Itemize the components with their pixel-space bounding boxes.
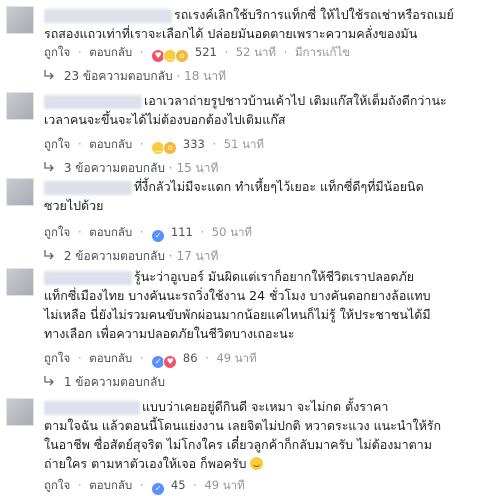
view-replies-link[interactable]: 23 ข้อความตอบกลับ · 18 นาที <box>44 69 226 83</box>
comment-meta: ถูกใจ · ตอบกลับ · ✓ 45 · 49 นาที <box>44 478 245 496</box>
comment-meta: ถูกใจ · ตอบกลับ · ✓ 111 · 50 นาที <box>44 225 252 243</box>
separator: · <box>283 45 288 59</box>
reaction-count: 86 <box>182 351 198 365</box>
avatar[interactable] <box>6 6 34 34</box>
avatar[interactable] <box>6 178 34 206</box>
replies-count: 3 ข้อความตอบกลับ <box>63 161 165 175</box>
reactions[interactable]: ♥ ‿ o 521 <box>151 45 220 63</box>
comment-line: แท็กซี่เมืองไทย บางคันนะรถวิ่งใช้งาน 24 … <box>44 288 431 303</box>
view-replies-link[interactable]: 1 ข้อความตอบกลับ <box>44 375 165 389</box>
separator: · <box>139 351 144 365</box>
separator: · <box>139 137 144 151</box>
comment-meta: ถูกใจ · ตอบกลับ · ‿ o 333 · 51 นาที <box>44 137 264 155</box>
reply-button[interactable]: ตอบกลับ <box>89 225 132 239</box>
like-button[interactable]: ถูกใจ <box>44 225 70 239</box>
reply-button[interactable]: ตอบกลับ <box>89 351 132 365</box>
separator: · <box>168 161 173 175</box>
reactions[interactable]: ‿ o 333 <box>151 137 208 155</box>
comment-time[interactable]: 51 นาที <box>224 137 264 151</box>
separator: · <box>224 45 229 59</box>
separator: · <box>193 478 197 492</box>
reaction-count: 45 <box>170 478 186 492</box>
comment-line: ทางเลือก เพื่อความปลอดภัยในชีวิตบางเถอะน… <box>44 326 295 341</box>
comment-time[interactable]: 49 นาที <box>216 351 256 365</box>
reaction-count: 333 <box>182 137 205 151</box>
reply-button[interactable]: ตอบกลับ <box>89 478 132 492</box>
edited-label[interactable]: มีการแก้ไข <box>295 45 350 59</box>
separator: · <box>200 225 205 239</box>
comment-line: รู้นะว่าอูเบอร์ มันผิดแต่เราก็อยากให้ชีว… <box>134 269 415 284</box>
comment-meta: ถูกใจ · ตอบกลับ · ♥ ‿ o 521 · 52 นาที · มี… <box>44 45 350 63</box>
reply-button[interactable]: ตอบกลับ <box>89 45 132 59</box>
replies-count: 2 ข้อความตอบกลับ <box>63 249 165 263</box>
comment-time[interactable]: 49 นาที <box>204 478 244 492</box>
like-icon: ✓ <box>151 482 166 496</box>
comment-line: รถเรงค์เลิกใช้บริการแท็กซี่ ให้ไปใช้รถเช… <box>174 7 454 22</box>
view-replies-link[interactable]: 2 ข้อความตอบกลับ · 17 นาที <box>44 249 218 263</box>
replies-count: 1 ข้อความตอบกลับ <box>63 375 165 389</box>
like-button[interactable]: ถูกใจ <box>44 478 70 492</box>
comment-line: ตามใจฉัน แล้วตอนนี้โดนแย่งงาน เลยจิตไม่ป… <box>44 418 442 433</box>
like-icon: ✓ <box>151 229 166 243</box>
separator: · <box>176 69 181 83</box>
replies-time: 15 นาที <box>176 161 219 175</box>
separator: · <box>77 45 82 59</box>
separator: · <box>77 478 82 492</box>
separator: · <box>77 137 82 151</box>
comment-time[interactable]: 50 นาที <box>212 225 252 239</box>
comment-meta: ถูกใจ · ตอบกลับ · ✓ ♥ 86 · 49 นาที <box>44 351 257 369</box>
separator: · <box>212 137 217 151</box>
avatar[interactable] <box>6 268 34 296</box>
reply-arrow-icon <box>44 162 54 172</box>
separator: · <box>139 478 144 492</box>
reactions[interactable]: ✓ 45 <box>151 478 189 496</box>
comment-line: ไม่เหลือ นี่ยังไม่รวมคนขับพักผ่อนมากน้อย… <box>44 307 431 322</box>
reply-arrow-icon <box>44 70 54 80</box>
separator: · <box>139 45 144 59</box>
like-button[interactable]: ถูกใจ <box>44 351 70 365</box>
reply-button[interactable]: ตอบกลับ <box>89 137 132 151</box>
comment-line: ซวยไปด้วย <box>44 198 104 213</box>
comment-line: แบบว่าเคยอยู่ดีกินดี จะเหมา จะไม่กด ตั้ง… <box>142 399 389 414</box>
avatar[interactable] <box>6 398 34 426</box>
reply-arrow-icon <box>44 376 54 386</box>
separator: · <box>205 351 209 365</box>
replies-count: 23 ข้อความตอบกลับ <box>63 69 173 83</box>
comment-text: รถเรงค์เลิกใช้บริการแท็กซี่ ให้ไปใช้รถเช… <box>44 5 472 43</box>
comment-text: ที่งี้กลัวไม่มีจะแดก ทำเหี้ยๆไว้เยอะ แท็… <box>44 177 472 215</box>
avatar[interactable] <box>6 92 34 120</box>
view-replies-link[interactable]: 3 ข้อความตอบกลับ · 15 นาที <box>44 161 218 175</box>
comment-line: เวลาคนจะขึ้นจะได้ไม่ต้องบอกต้องไปเติมแก๊… <box>44 112 286 127</box>
comment-line-text: ถ่ายใคร ตามหาตัวเองให้เจอ ก็พอครับ <box>44 456 247 471</box>
comment-text: เอาเวลาถ่ายรูปชาวบ้านเค้าไป เติมแก๊สให้เ… <box>44 91 472 129</box>
comment-line: ถ่ายใคร ตามหาตัวเองให้เจอ ก็พอครับ <box>44 454 472 473</box>
replies-time: 18 นาที <box>184 69 227 83</box>
wow-icon: o <box>163 141 178 155</box>
reaction-count: 521 <box>194 45 217 59</box>
reactions[interactable]: ✓ 111 <box>151 225 196 243</box>
separator: · <box>77 351 82 365</box>
comment-line: ในอาชีพ ซื่อสัตย์สุจริต ไม่โกงใคร เดี๋ยว… <box>44 437 432 452</box>
love-icon: ♥ <box>163 355 178 369</box>
reaction-count: 111 <box>170 225 193 239</box>
like-button[interactable]: ถูกใจ <box>44 137 70 151</box>
reactions[interactable]: ✓ ♥ 86 <box>151 351 201 369</box>
comment-line: ที่งี้กลัวไม่มีจะแดก ทำเหี้ยๆไว้เยอะ แท็… <box>134 179 424 194</box>
separator: · <box>77 225 82 239</box>
wow-icon: o <box>175 49 190 63</box>
like-button[interactable]: ถูกใจ <box>44 45 70 59</box>
comment-text: รู้นะว่าอูเบอร์ มันผิดแต่เราก็อยากให้ชีว… <box>44 267 472 343</box>
comment-line: รถสองแถวเท่าที่เราจะเลือกได้ ปล่อยมันอดต… <box>44 26 418 41</box>
separator: · <box>139 225 144 239</box>
comment-time[interactable]: 52 นาที <box>236 45 276 59</box>
reply-arrow-icon <box>44 250 54 260</box>
replies-time: 17 นาที <box>176 249 219 263</box>
comment-feed: รถเรงค์เลิกใช้บริการแท็กซี่ ให้ไปใช้รถเช… <box>0 0 480 496</box>
comment-line: เอาเวลาถ่ายรูปชาวบ้านเค้าไป เติมแก๊สให้เ… <box>144 93 447 108</box>
separator: · <box>168 249 173 263</box>
comment-text: แบบว่าเคยอยู่ดีกินดี จะเหมา จะไม่กด ตั้ง… <box>44 397 472 473</box>
smiley-emoji-icon <box>250 457 264 470</box>
